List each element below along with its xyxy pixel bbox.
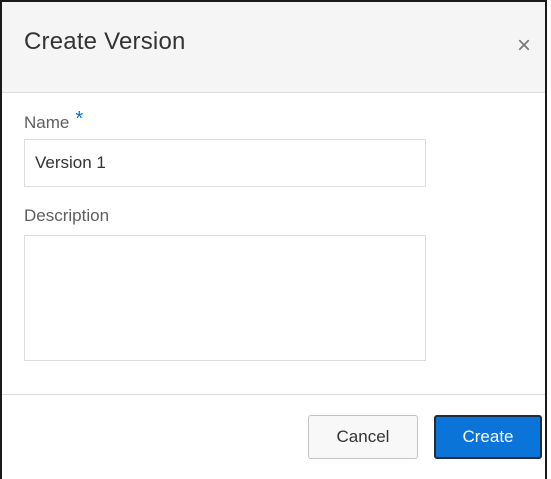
dialog-footer: Cancel Create (2, 394, 545, 479)
create-version-dialog: Create Version × Name * Description Cance… (0, 0, 547, 479)
dialog-header: Create Version × (2, 2, 545, 93)
name-label: Name * (24, 108, 84, 134)
cancel-button[interactable]: Cancel (308, 415, 418, 459)
dialog-body: Name * Description (2, 93, 545, 393)
close-icon[interactable]: × (511, 33, 537, 59)
create-button[interactable]: Create (434, 415, 542, 459)
dialog-title: Create Version (24, 28, 186, 55)
required-asterisk: * (75, 108, 84, 130)
description-label: Description (24, 206, 110, 225)
name-label-text: Name (24, 113, 70, 132)
description-textarea[interactable] (24, 235, 426, 361)
name-input[interactable] (24, 139, 426, 187)
